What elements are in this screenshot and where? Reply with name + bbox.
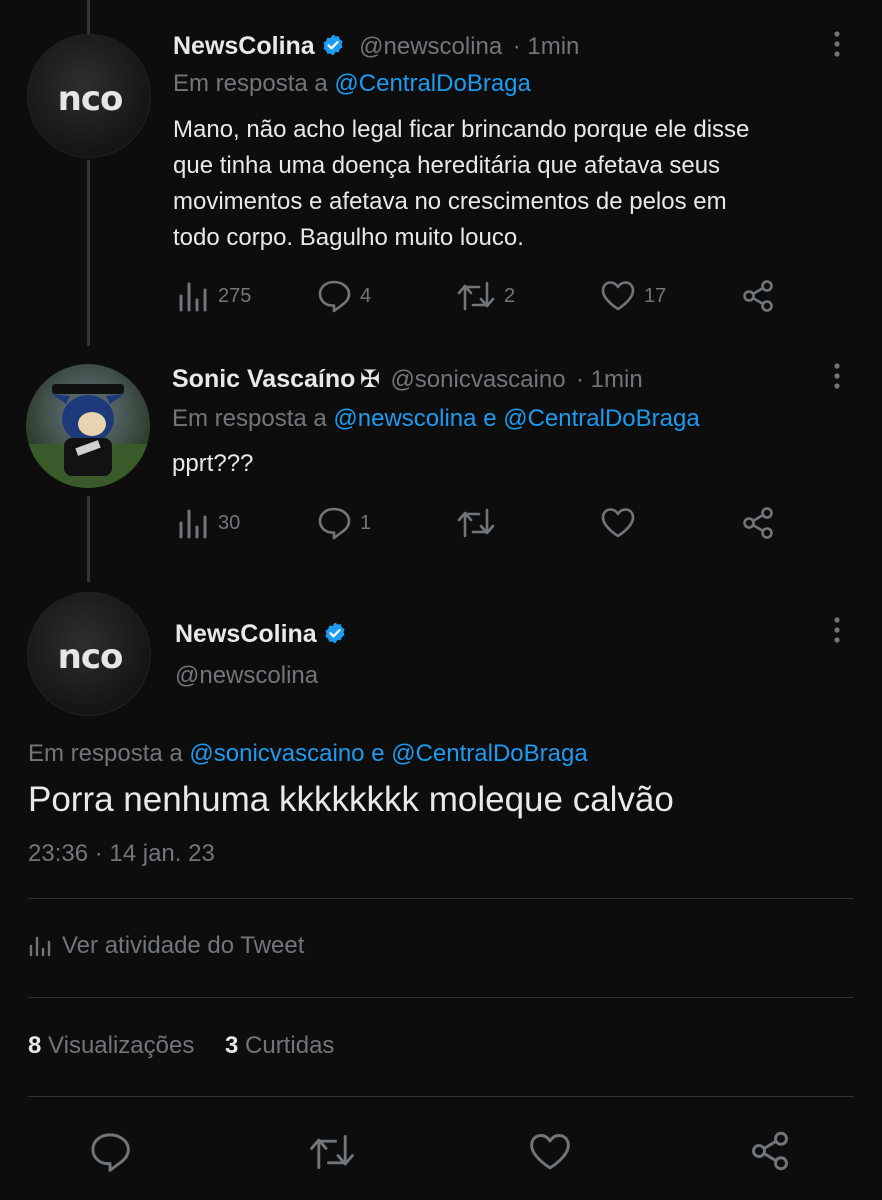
- engagement-stats: 8 Visualizações 3 Curtidas: [28, 1032, 334, 1060]
- share-icon: [743, 507, 773, 539]
- reply-joiner: e: [483, 405, 497, 432]
- author-name[interactable]: NewsColina: [175, 620, 317, 648]
- reply-icon: [318, 507, 351, 540]
- tweet-text: pprt???: [172, 450, 254, 477]
- views-count: 275: [218, 284, 252, 307]
- reply-mention[interactable]: @CentralDoBraga: [503, 405, 699, 432]
- main-retweet-button[interactable]: [308, 1130, 356, 1174]
- tweet-text-line: Mano, não acho legal ficar brincando por…: [173, 116, 750, 143]
- thread-line-1: [87, 160, 90, 346]
- tweet-activity-link[interactable]: Ver atividade do Tweet: [28, 932, 304, 960]
- views-button[interactable]: 30: [176, 505, 240, 541]
- retweet-icon: [457, 281, 495, 311]
- views-stat[interactable]: 8 Visualizações: [28, 1032, 194, 1059]
- retweet-button[interactable]: 2: [456, 278, 515, 314]
- share-button[interactable]: [740, 278, 776, 314]
- divider: [28, 898, 854, 899]
- tweet-text: Mano, não acho legal ficar brincando por…: [173, 112, 749, 256]
- more-icon[interactable]: [822, 612, 852, 652]
- share-icon: [743, 280, 773, 312]
- reply-prefix: Em resposta a: [172, 405, 327, 432]
- reply-mention[interactable]: @newscolina: [333, 405, 476, 432]
- likes-stat[interactable]: 3 Curtidas: [225, 1032, 334, 1059]
- author-handle[interactable]: @newscolina: [175, 662, 318, 690]
- reply-mention[interactable]: @sonicvascaino: [189, 740, 364, 767]
- views-stat-count: 8: [28, 1032, 42, 1059]
- like-button[interactable]: 17: [600, 278, 666, 314]
- main-reply-button[interactable]: [88, 1130, 132, 1174]
- author-handle[interactable]: @newscolina: [359, 33, 502, 60]
- reply-button[interactable]: 4: [316, 278, 371, 314]
- tweet-text-line: movimentos e afetava no crescimentos de …: [173, 188, 727, 215]
- avatar-logo-text: nco: [57, 637, 124, 677]
- thread-line-2: [87, 496, 90, 582]
- avatar-newscolina[interactable]: nco: [27, 34, 151, 158]
- likes-stat-label: Curtidas: [245, 1032, 335, 1059]
- tweet-activity-label: Ver atividade do Tweet: [62, 932, 305, 959]
- views-button[interactable]: 275: [176, 278, 251, 314]
- reply-mention[interactable]: @CentralDoBraga: [334, 70, 530, 97]
- tweet-time[interactable]: · 1min: [513, 33, 580, 60]
- reply-icon: [318, 280, 351, 313]
- main-like-button[interactable]: [528, 1130, 572, 1174]
- main-tweet-text: Porra nenhuma kkkkkkkk moleque calvão: [28, 780, 674, 819]
- like-count: 17: [644, 284, 667, 307]
- likes-stat-count: 3: [225, 1032, 239, 1059]
- author-symbol: ✠: [359, 366, 380, 393]
- retweet-icon: [457, 508, 495, 538]
- like-icon: [601, 508, 635, 538]
- reply-icon: [91, 1133, 130, 1172]
- avatar-sonicvascaino[interactable]: [26, 364, 150, 488]
- verified-badge-icon: [325, 622, 345, 644]
- tweet-time[interactable]: · 1min: [576, 366, 643, 393]
- views-icon: [29, 936, 51, 957]
- views-stat-label: Visualizações: [48, 1032, 195, 1059]
- thread-line-top: [87, 0, 90, 34]
- reply-prefix: Em resposta a: [28, 740, 183, 767]
- share-icon: [752, 1131, 788, 1171]
- author-name[interactable]: Sonic Vascaíno: [172, 365, 355, 393]
- reply-button[interactable]: 1: [316, 505, 371, 541]
- avatar-image: [26, 384, 150, 488]
- like-button[interactable]: [600, 505, 644, 541]
- reply-mention[interactable]: @CentralDoBraga: [391, 740, 587, 767]
- author-handle[interactable]: @sonicvascaino: [390, 366, 565, 393]
- views-icon: [179, 282, 207, 312]
- like-icon: [530, 1134, 570, 1170]
- avatar-logo-text: nco: [57, 79, 124, 119]
- reply-count: 4: [360, 284, 372, 307]
- tweet-text-line: todo corpo. Bagulho muito louco.: [173, 224, 524, 251]
- reply-count: 1: [360, 511, 372, 534]
- tweet-text-line: que tinha uma doença hereditária que afe…: [173, 152, 721, 179]
- more-icon[interactable]: [822, 358, 852, 398]
- share-button[interactable]: [740, 505, 776, 541]
- like-icon: [601, 281, 635, 311]
- more-icon[interactable]: [822, 26, 852, 66]
- divider: [28, 1096, 854, 1097]
- retweet-count: 2: [504, 284, 516, 307]
- views-icon: [179, 509, 207, 539]
- tweet-timestamp[interactable]: 23:36 · 14 jan. 23: [28, 840, 215, 868]
- divider: [28, 997, 854, 998]
- main-share-button[interactable]: [748, 1128, 792, 1174]
- avatar-newscolina[interactable]: nco: [27, 592, 151, 716]
- retweet-button[interactable]: [456, 505, 504, 541]
- verified-badge-icon: [323, 34, 343, 56]
- author-name[interactable]: NewsColina: [173, 32, 315, 60]
- reply-prefix: Em resposta a: [173, 70, 328, 97]
- retweet-icon: [310, 1134, 354, 1170]
- reply-joiner: e: [371, 740, 385, 767]
- views-count: 30: [218, 511, 241, 534]
